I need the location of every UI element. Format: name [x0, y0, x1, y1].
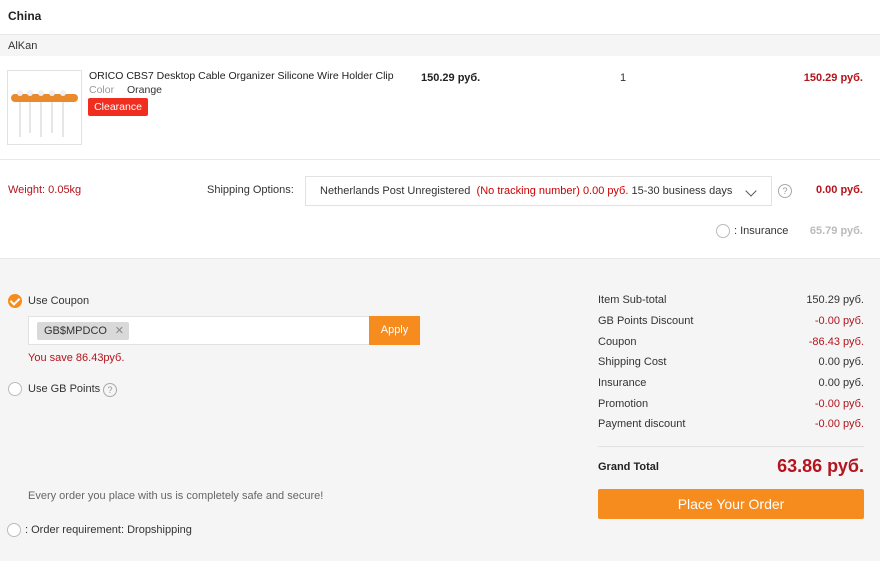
shipping-method-text: Netherlands Post Unregistered (No tracki… — [320, 185, 732, 197]
product-title[interactable]: ORICO CBS7 Desktop Cable Organizer Silic… — [89, 70, 394, 82]
coupon-input[interactable]: GB$MPDCO ✕ — [28, 316, 370, 345]
apply-coupon-button[interactable]: Apply — [369, 316, 420, 345]
shipping-method-cost: 0.00 руб. — [582, 185, 629, 197]
tracking-note: (No tracking number) — [476, 185, 580, 197]
summary-label: Promotion — [598, 398, 649, 410]
summary-row: Payment discount -0.00 руб. — [598, 418, 864, 432]
shipping-method-select[interactable]: Netherlands Post Unregistered (No tracki… — [305, 176, 772, 206]
chevron-down-icon[interactable] — [745, 185, 757, 197]
summary-value: 0.00 руб. — [818, 356, 864, 368]
summary-label: Payment discount — [598, 418, 686, 430]
quantity: 1 — [620, 72, 627, 84]
summary-value: 150.29 руб. — [806, 294, 864, 306]
help-icon[interactable]: ? — [103, 383, 117, 397]
insurance-label: : Insurance — [734, 225, 789, 237]
shipping-method-name: Netherlands Post Unregistered — [320, 185, 471, 197]
store-name[interactable]: AlKan — [8, 40, 37, 52]
line-total: 150.29 руб. — [803, 72, 863, 84]
summary-value: 0.00 руб. — [818, 377, 864, 389]
use-gb-points-label: Use GB Points — [28, 383, 101, 395]
remove-coupon-icon[interactable]: ✕ — [115, 322, 124, 340]
product-color-label: Color — [89, 84, 115, 96]
order-requirement-label: : Order requirement: Dropshipping — [25, 524, 192, 536]
summary-row: GB Points Discount -0.00 руб. — [598, 315, 864, 329]
summary-label: Coupon — [598, 336, 637, 348]
package-weight: Weight: 0.05kg — [8, 184, 82, 196]
cable-organizer-image — [11, 90, 78, 137]
product-color-value: Orange — [127, 84, 163, 96]
summary-value: -0.00 руб. — [814, 398, 864, 410]
summary-row: Item Sub-total 150.29 руб. — [598, 294, 864, 308]
coupon-savings: You save 86.43руб. — [28, 352, 125, 364]
place-order-button[interactable]: Place Your Order — [598, 489, 864, 519]
summary-row: Insurance 0.00 руб. — [598, 377, 864, 391]
clearance-badge: Clearance — [88, 98, 148, 116]
store-header: AlKan — [0, 34, 880, 56]
summary-row: Promotion -0.00 руб. — [598, 398, 864, 412]
dropshipping-radio[interactable] — [7, 523, 21, 537]
summary-value: -0.00 руб. — [814, 418, 864, 430]
summary-row: Coupon -86.43 руб. — [598, 336, 864, 350]
security-notice: Every order you place with us is complet… — [28, 490, 324, 502]
product-thumbnail[interactable] — [7, 70, 82, 145]
delivery-time: 15-30 business days — [631, 185, 733, 197]
insurance-cost: 65.79 руб. — [809, 225, 863, 237]
summary-value: -0.00 руб. — [814, 315, 864, 327]
shipping-cost: 0.00 руб. — [815, 184, 863, 196]
coupon-code: GB$MPDCO — [44, 325, 107, 337]
summary-value: -86.43 руб. — [808, 336, 864, 348]
unit-price: 150.29 руб. — [421, 72, 481, 84]
divider — [0, 159, 880, 160]
coupon-checkbox-checked[interactable] — [8, 294, 22, 308]
summary-label: GB Points Discount — [598, 315, 694, 327]
insurance-radio[interactable] — [716, 224, 730, 238]
warehouse-country: China — [8, 9, 42, 23]
summary-label: Insurance — [598, 377, 647, 389]
grand-total-label: Grand Total — [598, 461, 659, 473]
coupon-tag: GB$MPDCO ✕ — [37, 322, 129, 340]
summary-row: Shipping Cost 0.00 руб. — [598, 356, 864, 370]
summary-label: Item Sub-total — [598, 294, 667, 306]
gb-points-radio[interactable] — [8, 382, 22, 396]
summary-label: Shipping Cost — [598, 356, 667, 368]
use-coupon-label: Use Coupon — [28, 295, 90, 307]
help-icon[interactable]: ? — [778, 184, 792, 198]
divider — [598, 446, 864, 447]
grand-total-value: 63.86 руб. — [777, 456, 864, 476]
shipping-options-label: Shipping Options: — [207, 184, 294, 196]
